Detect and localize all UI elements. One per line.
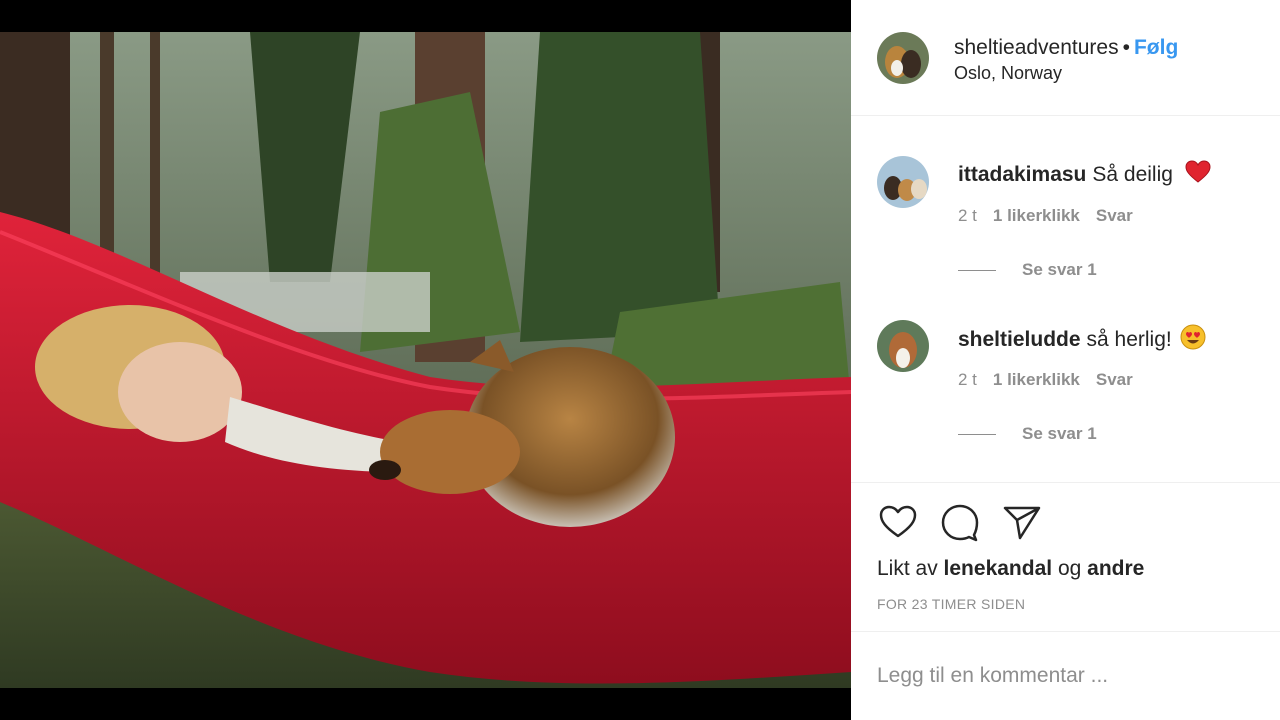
- comment-meta: 2 t 1 likerklikk Svar: [958, 370, 1149, 390]
- post-timestamp[interactable]: FOR 23 TIMER SIDEN: [877, 596, 1025, 612]
- post-actions-section: Likt av lenekandal og andre FOR 23 TIMER…: [851, 482, 1280, 632]
- post-header: sheltieadventures • Følg Oslo, Norway: [851, 0, 1280, 116]
- comment-item: ittadakimasu Så deilig 2 t 1 likerklikk Sva…: [851, 156, 1280, 306]
- heart-eyes-face-emoji-icon: [1180, 324, 1206, 356]
- comment-likes[interactable]: 1 likerklikk: [993, 370, 1080, 389]
- photo-illustration: [0, 32, 851, 688]
- commenter-avatar[interactable]: [877, 320, 929, 372]
- commenter-avatar[interactable]: [877, 156, 929, 208]
- likes-summary: Likt av lenekandal og andre: [877, 557, 1144, 581]
- comment-text: Så deilig: [1092, 163, 1173, 186]
- comment-meta: 2 t 1 likerklikk Svar: [958, 206, 1149, 226]
- likes-prefix: Likt av: [877, 557, 938, 580]
- speech-bubble-icon[interactable]: [939, 501, 981, 543]
- heart-outline-icon[interactable]: [877, 501, 919, 543]
- comment-username[interactable]: ittadakimasu: [958, 163, 1086, 186]
- comment-time[interactable]: 2 t: [958, 206, 977, 225]
- add-comment-input[interactable]: Legg til en kommentar ...: [877, 664, 1108, 688]
- author-line: sheltieadventures • Følg: [954, 36, 1178, 60]
- liker-username[interactable]: lenekandal: [944, 557, 1053, 580]
- view-replies-button[interactable]: Se svar 1: [958, 260, 1097, 280]
- comment-item: sheltieludde så herlig! 2 t 1 likerklikk Sv…: [851, 320, 1280, 470]
- instagram-post-viewer: sheltieadventures • Følg Oslo, Norway itta…: [0, 0, 1280, 720]
- comment-text: så herlig!: [1086, 328, 1172, 351]
- likes-conjunction: og: [1057, 557, 1082, 580]
- post-location[interactable]: Oslo, Norway: [954, 63, 1062, 84]
- reply-button[interactable]: Svar: [1096, 206, 1133, 225]
- paper-plane-icon[interactable]: [1001, 501, 1043, 543]
- comment-likes[interactable]: 1 likerklikk: [993, 206, 1080, 225]
- comment-username[interactable]: sheltieludde: [958, 328, 1081, 351]
- post-side-panel: sheltieadventures • Følg Oslo, Norway itta…: [851, 0, 1280, 720]
- view-replies-label: Se svar 1: [1022, 260, 1097, 279]
- comment-text-line: ittadakimasu Så deilig: [958, 160, 1211, 190]
- likes-others-link[interactable]: andre: [1087, 557, 1144, 580]
- post-photo[interactable]: [0, 32, 851, 688]
- replies-divider: [958, 433, 996, 435]
- replies-divider: [958, 269, 996, 271]
- reply-button[interactable]: Svar: [1096, 370, 1133, 389]
- comment-time[interactable]: 2 t: [958, 370, 977, 389]
- follow-button[interactable]: Følg: [1134, 36, 1178, 59]
- view-replies-label: Se svar 1: [1022, 424, 1097, 443]
- view-replies-button[interactable]: Se svar 1: [958, 424, 1097, 444]
- red-heart-emoji-icon: [1185, 160, 1211, 190]
- separator-dot: •: [1122, 36, 1130, 59]
- author-username[interactable]: sheltieadventures: [954, 36, 1119, 59]
- author-avatar[interactable]: [877, 32, 929, 84]
- comment-text-line: sheltieludde så herlig!: [958, 324, 1206, 356]
